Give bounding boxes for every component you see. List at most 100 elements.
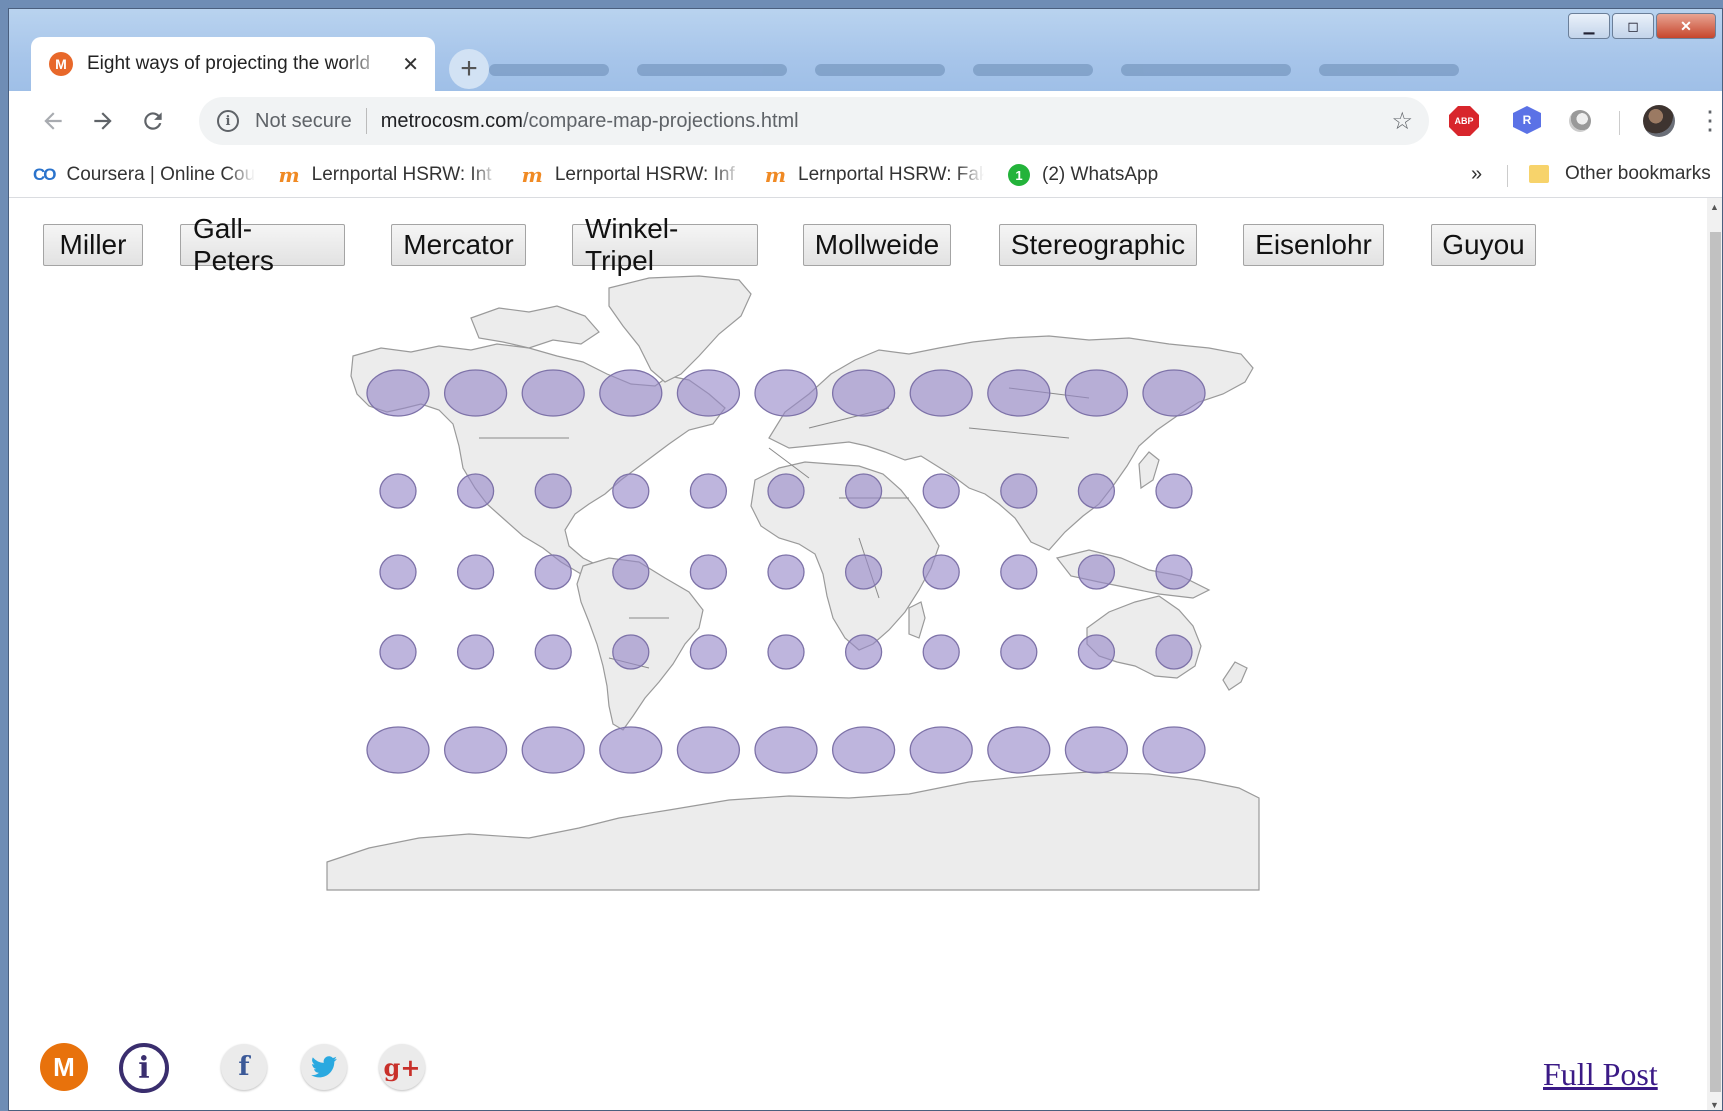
bookmark-lernportal-1[interactable]: m Lernportal HSRW: Int — [279, 163, 498, 187]
url-text[interactable]: metrocosm.com/compare-map-projections.ht… — [381, 110, 799, 133]
info-icon[interactable]: i — [119, 1043, 169, 1093]
close-tab-icon[interactable]: ✕ — [402, 52, 419, 77]
moodle-icon: m — [764, 163, 787, 187]
background-tabs — [489, 59, 1539, 81]
tissot-ellipse — [1155, 554, 1193, 590]
tissot-ellipse — [909, 369, 973, 417]
page-content: Miller Gall-Peters Mercator Winkel-Tripe… — [9, 198, 1707, 1110]
new-tab-button[interactable]: + — [449, 49, 489, 89]
bookmark-label: Coursera | Online Courses — [66, 164, 255, 185]
tissot-ellipse — [922, 473, 960, 509]
tab-active[interactable]: M Eight ways of projecting the world ✕ — [31, 37, 435, 91]
tab-title: Eight ways of projecting the world — [87, 53, 371, 74]
tissot-ellipse — [521, 369, 585, 417]
close-window-button[interactable]: ✕ — [1656, 13, 1716, 39]
bookmark-star-icon[interactable]: ☆ — [1391, 107, 1413, 136]
tissot-ellipse — [456, 554, 495, 590]
tissot-ellipse — [844, 473, 883, 509]
tissot-ellipse — [534, 473, 572, 509]
arctic-islands — [470, 305, 600, 349]
bookmark-label: Lernportal HSRW: Int — [311, 164, 492, 185]
tab-strip: M Eight ways of projecting the world ✕ +… — [9, 9, 1722, 91]
tissot-ellipse — [689, 634, 728, 670]
tissot-ellipse — [1000, 473, 1038, 509]
scroll-up-icon[interactable]: ▲ — [1710, 202, 1719, 212]
scroll-down-icon[interactable]: ▼ — [1710, 1100, 1719, 1110]
reload-icon[interactable] — [133, 101, 173, 141]
other-bookmarks-label: Other bookmarks — [1565, 163, 1711, 184]
google-plus-icon[interactable]: g+ — [379, 1044, 425, 1090]
maximize-button[interactable]: ◻ — [1612, 13, 1654, 39]
tissot-ellipse — [1077, 473, 1116, 509]
continent-antarctica — [326, 771, 1260, 891]
tissot-ellipse — [1142, 726, 1206, 774]
tissot-ellipse — [689, 473, 728, 509]
address-bar[interactable]: i Not secure metrocosm.com/compare-map-p… — [199, 97, 1429, 145]
tissot-ellipse — [1155, 634, 1193, 670]
profile-avatar[interactable] — [1643, 105, 1675, 137]
continent-greenland — [608, 275, 752, 383]
tissot-ellipse — [599, 726, 663, 774]
tissot-ellipse — [1077, 634, 1116, 670]
bookmark-lernportal-2[interactable]: m Lernportal HSRW: Inf — [522, 163, 741, 187]
tissot-ellipse — [1142, 369, 1206, 417]
tissot-ellipse — [844, 634, 883, 670]
window-controls: ▁ ◻ ✕ — [1568, 13, 1716, 39]
extension-r-icon[interactable]: R — [1513, 106, 1541, 134]
minimize-button[interactable]: ▁ — [1568, 13, 1610, 39]
tissot-ellipse — [612, 554, 650, 590]
tissot-ellipse — [379, 634, 417, 670]
tissot-ellipse — [844, 554, 883, 590]
tissot-ellipse — [521, 726, 585, 774]
tissot-ellipse — [909, 726, 973, 774]
tissot-ellipse — [1077, 554, 1116, 590]
metrocosm-logo[interactable]: M — [40, 1043, 88, 1091]
bookmark-coursera[interactable]: CO Coursera | Online Courses — [33, 164, 255, 186]
bookmark-label: Lernportal HSRW: Inf — [554, 164, 735, 185]
tissot-ellipse — [767, 554, 805, 590]
tissot-ellipse — [689, 554, 728, 590]
tissot-ellipse — [754, 369, 818, 417]
extension-circle-icon[interactable] — [1569, 110, 1591, 132]
toolbar-divider — [1619, 111, 1620, 135]
tissot-ellipse — [987, 726, 1051, 774]
facebook-icon[interactable]: f — [221, 1044, 267, 1090]
bookmarks-bar: CO Coursera | Online Courses m Lernporta… — [9, 153, 1722, 198]
tissot-ellipse — [599, 369, 663, 417]
vertical-scrollbar[interactable]: ▲ ▼ — [1707, 198, 1722, 1110]
tissot-ellipse — [1155, 473, 1193, 509]
tissot-ellipse — [1064, 726, 1129, 774]
tissot-ellipse — [456, 473, 495, 509]
tissot-ellipse — [922, 634, 960, 670]
moodle-icon: m — [278, 163, 300, 187]
bookmark-whatsapp[interactable]: 1 (2) WhatsApp — [1008, 164, 1158, 186]
tissot-ellipse — [534, 554, 572, 590]
url-path: /compare-map-projections.html — [522, 109, 799, 132]
back-arrow-icon[interactable] — [33, 101, 73, 141]
tissot-ellipse — [366, 369, 430, 417]
tissot-ellipse — [754, 726, 818, 774]
tissot-ellipse — [767, 634, 805, 670]
full-post-link[interactable]: Full Post — [1543, 1056, 1658, 1093]
world-map — [326, 275, 1260, 891]
twitter-icon[interactable] — [301, 1044, 347, 1090]
browser-menu-icon[interactable]: ⋮ — [1697, 105, 1722, 135]
folder-icon — [1529, 165, 1549, 183]
adblock-plus-icon[interactable]: ABP — [1449, 106, 1479, 136]
bookmark-lernportal-3[interactable]: m Lernportal HSRW: Fak — [765, 163, 984, 187]
tissot-ellipse — [612, 634, 650, 670]
other-bookmarks[interactable]: Other bookmarks — [1529, 163, 1711, 185]
bookmarks-overflow-icon[interactable]: » — [1471, 163, 1482, 186]
browser-toolbar: i Not secure metrocosm.com/compare-map-p… — [9, 91, 1722, 153]
tissot-ellipse — [767, 473, 805, 509]
tissot-ellipse — [379, 554, 417, 590]
tissot-ellipse — [443, 726, 508, 774]
browser-window: M Eight ways of projecting the world ✕ +… — [8, 8, 1723, 1111]
tissot-ellipse — [676, 726, 741, 774]
madagascar — [908, 601, 926, 639]
tissot-ellipse — [831, 726, 896, 774]
whatsapp-icon: 1 — [1008, 164, 1031, 186]
forward-arrow-icon[interactable] — [83, 101, 123, 141]
scroll-thumb[interactable] — [1710, 232, 1721, 1092]
info-icon[interactable]: i — [217, 110, 239, 132]
